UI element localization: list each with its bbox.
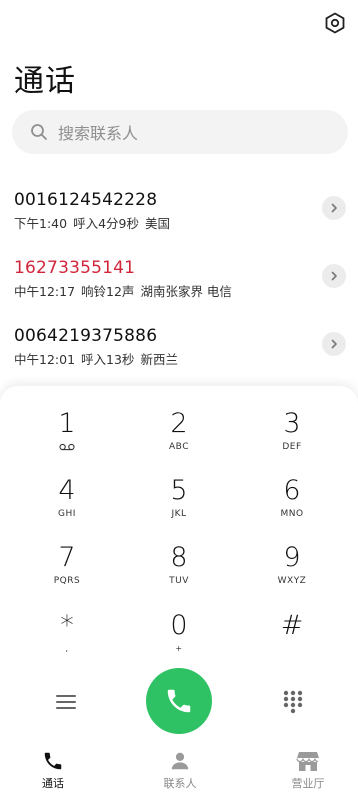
- call-location: 湖南张家界 电信: [140, 284, 232, 299]
- tab-label: 通话: [42, 777, 64, 790]
- dial-key-digit: 4: [58, 475, 76, 506]
- dial-key-letters: JKL: [171, 509, 187, 519]
- dial-key-letters: MNO: [280, 509, 304, 519]
- person-icon: [171, 752, 189, 770]
- dial-key-8[interactable]: 8 TUV: [134, 542, 224, 602]
- call-location: 美国: [144, 216, 170, 231]
- call-status: 呼入4分9秒: [73, 216, 139, 231]
- call-number: 0064219375886: [14, 326, 158, 346]
- dial-key-digit: 1: [58, 408, 76, 439]
- dial-key-letters: ABC: [169, 442, 189, 452]
- phone-icon: [167, 689, 191, 713]
- menu-button[interactable]: [52, 688, 80, 716]
- dial-key-3[interactable]: 3 DEF: [247, 408, 337, 468]
- dial-key-4[interactable]: 4 GHI: [22, 475, 112, 535]
- store-icon: [296, 752, 319, 771]
- call-log-item[interactable]: 0064219375886 中午12:01 呼入13秒 新西兰: [0, 312, 358, 380]
- dial-key-letters: ,: [65, 644, 69, 653]
- chevron-right-icon: [331, 271, 337, 281]
- call-detail-button[interactable]: [322, 332, 346, 356]
- dial-key-9[interactable]: 9 WXYZ: [247, 542, 337, 602]
- recent-calls-list: 0016124542228 下午1:40 呼入4分9秒 美国 16273355141…: [0, 176, 358, 380]
- dial-key-letters: +: [175, 644, 183, 653]
- call-detail-button[interactable]: [322, 264, 346, 288]
- dial-key-5[interactable]: 5 JKL: [134, 475, 224, 535]
- bottom-tab-bar: 通话 联系人 营业厅: [0, 744, 358, 798]
- dial-key-hash[interactable]: #: [247, 610, 337, 670]
- tab-calls[interactable]: 通话: [13, 750, 93, 791]
- call-log-item[interactable]: 0016124542228 下午1:40 呼入4分9秒 美国: [0, 176, 358, 244]
- tab-store[interactable]: 营业厅: [268, 750, 348, 791]
- settings-button[interactable]: [322, 10, 348, 36]
- call-number: 0016124542228: [14, 190, 158, 210]
- dial-key-letters: TUV: [169, 576, 189, 586]
- call-status: 呼入13秒: [81, 352, 135, 367]
- dialpad-toggle-button[interactable]: [279, 688, 307, 716]
- tab-contacts[interactable]: 联系人: [140, 750, 220, 791]
- dial-key-digit: 6: [283, 475, 301, 506]
- call-button[interactable]: [146, 668, 212, 734]
- tab-label: 营业厅: [291, 777, 325, 790]
- menu-icon: [56, 695, 76, 709]
- search-placeholder: 搜索联系人: [58, 124, 139, 143]
- dial-key-letters: GHI: [58, 509, 76, 519]
- call-meta: 中午12:17 响铃12声 湖南张家界 电信: [14, 281, 238, 300]
- dial-key-digit: 7: [58, 542, 76, 573]
- phone-icon: [44, 752, 62, 770]
- dial-key-digit: 2: [170, 408, 188, 439]
- keypad-grid-icon: [283, 690, 303, 714]
- dial-key-digit: #: [280, 610, 304, 641]
- dial-key-digit: 0: [170, 610, 188, 641]
- tab-label: 联系人: [163, 777, 197, 790]
- page-title: 通话: [14, 64, 76, 99]
- dial-key-digit: 9: [283, 542, 301, 573]
- chevron-right-icon: [331, 339, 337, 349]
- call-meta: 下午1:40 呼入4分9秒 美国: [14, 213, 176, 232]
- search-bar[interactable]: 搜索联系人: [12, 110, 348, 154]
- dial-key-2[interactable]: 2 ABC: [134, 408, 224, 468]
- dial-key-0[interactable]: 0 +: [134, 610, 224, 670]
- call-time: 中午12:17: [14, 284, 76, 299]
- call-location: 新西兰: [140, 352, 178, 367]
- dial-key-letters: DEF: [282, 442, 302, 452]
- dial-key-6[interactable]: 6 MNO: [247, 475, 337, 535]
- call-meta: 中午12:01 呼入13秒 新西兰: [14, 349, 184, 368]
- voicemail-icon: [59, 443, 75, 451]
- chevron-right-icon: [331, 203, 337, 213]
- dial-key-digit: 8: [170, 542, 188, 573]
- dial-key-letters: WXYZ: [277, 576, 307, 586]
- dial-key-digit: 5: [170, 475, 188, 506]
- call-time: 下午1:40: [14, 216, 68, 231]
- call-log-item[interactable]: 16273355141 中午12:17 响铃12声 湖南张家界 电信: [0, 244, 358, 312]
- dial-key-digit: *: [60, 610, 74, 641]
- dial-key-letters: PQRS: [53, 576, 81, 586]
- dial-key-7[interactable]: 7 PQRS: [22, 542, 112, 602]
- dial-key-digit: 3: [283, 408, 301, 439]
- dial-key-star[interactable]: * ,: [22, 610, 112, 670]
- call-detail-button[interactable]: [322, 196, 346, 220]
- call-status: 响铃12声: [81, 284, 135, 299]
- call-number: 16273355141: [14, 258, 136, 278]
- settings-hexagon-icon: [325, 12, 345, 34]
- search-icon: [31, 124, 47, 140]
- dial-key-1[interactable]: 1: [22, 408, 112, 468]
- dialpad-panel: 1 2 ABC 3 DEF 4 GHI 5 JKL 6 MNO 7 PQRS 8…: [0, 386, 358, 798]
- call-time: 中午12:01: [14, 352, 76, 367]
